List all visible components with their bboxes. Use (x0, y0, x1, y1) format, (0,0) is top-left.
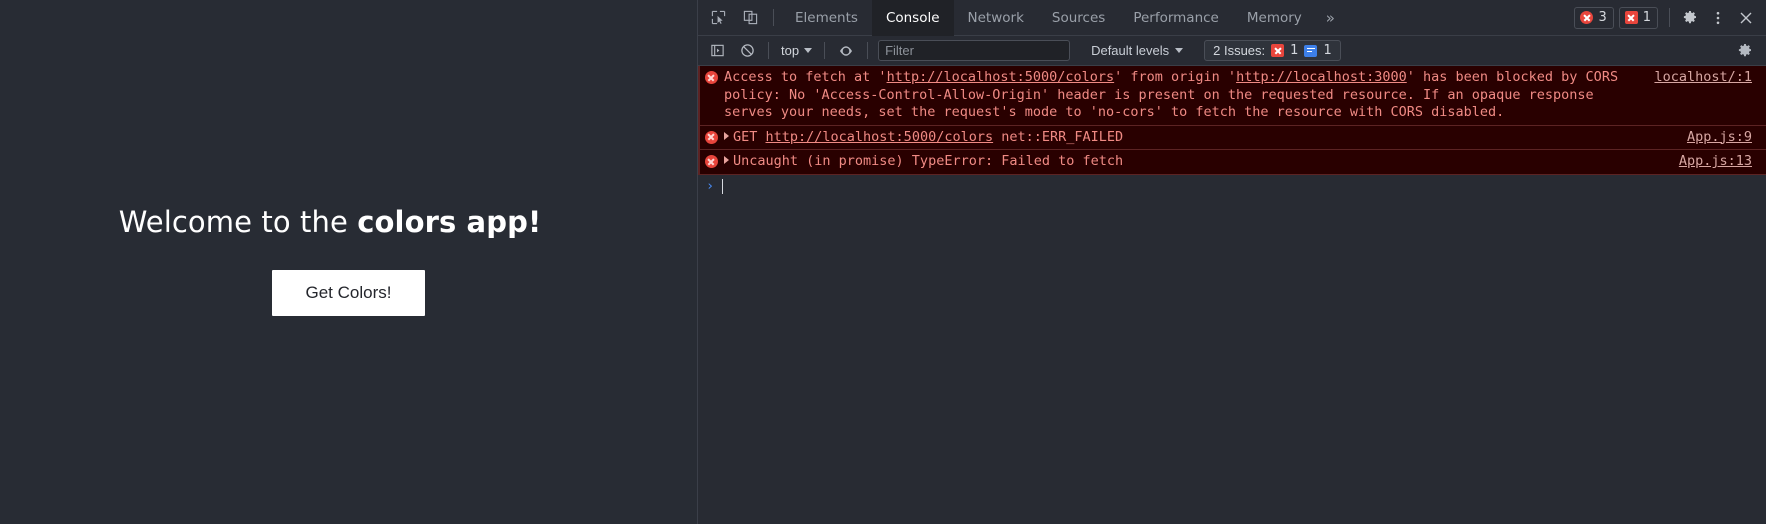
console-message-segment: Uncaught (in promise) TypeError: Failed … (733, 153, 1124, 169)
issues-error-count: 1 (1290, 43, 1299, 58)
gear-icon[interactable] (1676, 4, 1704, 32)
console-message-segment: ' from origin ' (1114, 69, 1237, 85)
console-message-list[interactable]: Access to fetch at 'http://localhost:500… (698, 66, 1766, 524)
console-message-segment: net::ERR_FAILED (993, 128, 1124, 145)
error-circle-icon (704, 71, 718, 84)
colors-app-content: Welcome to the colors app! Get Colors! (0, 0, 697, 524)
rainbow-icon (550, 216, 578, 233)
console-message-segment: GET (733, 128, 766, 145)
inspect-element-icon[interactable] (703, 5, 733, 31)
toolbar-divider (1669, 8, 1670, 27)
console-message-source[interactable]: App.js:9 (1687, 129, 1766, 147)
message-level-bar (698, 125, 700, 149)
console-toolbar: top Default levels 2 Issues: 1 (698, 36, 1766, 66)
tab-network[interactable]: Network (954, 0, 1038, 36)
execution-context-select[interactable]: top (775, 41, 818, 60)
prompt-arrow-icon: › (706, 177, 715, 194)
issue-square-icon (1624, 11, 1638, 24)
error-count-badge[interactable]: 3 (1574, 6, 1614, 29)
clear-console-icon[interactable] (733, 39, 761, 63)
page-title: Welcome to the colors app! (118, 204, 579, 239)
tab-elements[interactable]: Elements (781, 0, 872, 36)
devtools-tab-list: Elements Console Network Sources Perform… (781, 0, 1345, 36)
console-message-source[interactable]: localhost/:1 (1654, 69, 1766, 87)
devtools-panel: Elements Console Network Sources Perform… (697, 0, 1766, 524)
console-message-link[interactable]: http://localhost:3000 (1236, 69, 1407, 85)
issue-count-badge[interactable]: 1 (1618, 6, 1658, 29)
page-viewport: Welcome to the colors app! Get Colors! (0, 0, 697, 524)
issues-summary-bar[interactable]: 2 Issues: 1 1 (1204, 40, 1341, 61)
toolbar-divider (773, 9, 774, 26)
devtools-tabbar: Elements Console Network Sources Perform… (698, 0, 1766, 36)
chevron-down-icon (1175, 48, 1184, 53)
issues-info-count: 1 (1323, 43, 1332, 58)
expand-triangle-icon[interactable] (724, 131, 729, 140)
error-circle-icon (1580, 11, 1594, 24)
tab-console[interactable]: Console (871, 0, 954, 36)
browser-window: Welcome to the colors app! Get Colors! E… (0, 0, 1766, 524)
kebab-menu-icon[interactable] (1704, 4, 1732, 32)
issue-square-icon (1271, 44, 1285, 57)
error-circle-icon (704, 130, 718, 144)
error-circle-icon (704, 155, 718, 168)
console-message-link[interactable]: http://localhost:5000/colors (887, 69, 1115, 85)
error-count: 3 (1598, 10, 1607, 25)
eye-icon[interactable] (832, 39, 860, 63)
log-levels-select[interactable]: Default levels (1084, 41, 1190, 60)
error-icon-slot (698, 69, 724, 122)
console-message-link[interactable]: http://localhost:5000/colors (766, 129, 994, 145)
page-title-strong: colors app! (357, 204, 542, 239)
execution-context-label: top (781, 43, 800, 58)
console-message-source[interactable]: App.js:13 (1679, 153, 1766, 171)
issues-label: 2 Issues: (1213, 43, 1266, 58)
more-tabs-icon[interactable]: » (1316, 0, 1345, 36)
console-toolbar-right (1730, 39, 1766, 63)
console-prompt[interactable]: › (698, 174, 1766, 199)
console-sidebar-icon[interactable] (703, 39, 731, 63)
device-toolbar-icon[interactable] (735, 5, 765, 31)
console-message-text: GET http://localhost:5000/colors net::ER… (724, 129, 1687, 147)
get-colors-button[interactable]: Get Colors! (271, 269, 426, 317)
chevron-down-icon (804, 48, 813, 53)
toolbar-divider (824, 42, 826, 59)
tab-memory[interactable]: Memory (1233, 0, 1316, 36)
toolbar-divider (768, 42, 769, 59)
console-message-row[interactable]: Uncaught (in promise) TypeError: Failed … (698, 149, 1766, 175)
error-icon-slot (698, 153, 724, 171)
info-message-icon (1304, 44, 1318, 57)
log-levels-label: Default levels (1091, 43, 1170, 58)
gear-icon[interactable] (1731, 39, 1759, 63)
console-message-text: Uncaught (in promise) TypeError: Failed … (724, 153, 1679, 171)
console-message-segment: Access to fetch at ' (724, 69, 887, 85)
close-icon[interactable] (1732, 4, 1760, 32)
text-cursor (722, 179, 724, 194)
tab-sources[interactable]: Sources (1038, 0, 1119, 36)
console-message-row[interactable]: Access to fetch at 'http://localhost:500… (698, 66, 1766, 126)
error-icon-slot (698, 129, 724, 147)
console-message-text: Access to fetch at 'http://localhost:500… (724, 69, 1654, 122)
message-level-bar (698, 150, 700, 174)
message-level-bar (698, 66, 700, 125)
console-message-row[interactable]: GET http://localhost:5000/colors net::ER… (698, 124, 1766, 150)
devtools-tabbar-right: 3 1 (1574, 4, 1766, 32)
tab-performance[interactable]: Performance (1119, 0, 1233, 36)
issue-count: 1 (1642, 10, 1651, 25)
expand-triangle-icon[interactable] (724, 156, 729, 164)
page-title-prefix: Welcome to the (118, 204, 358, 239)
toolbar-divider (867, 42, 869, 59)
filter-input[interactable] (878, 40, 1071, 61)
